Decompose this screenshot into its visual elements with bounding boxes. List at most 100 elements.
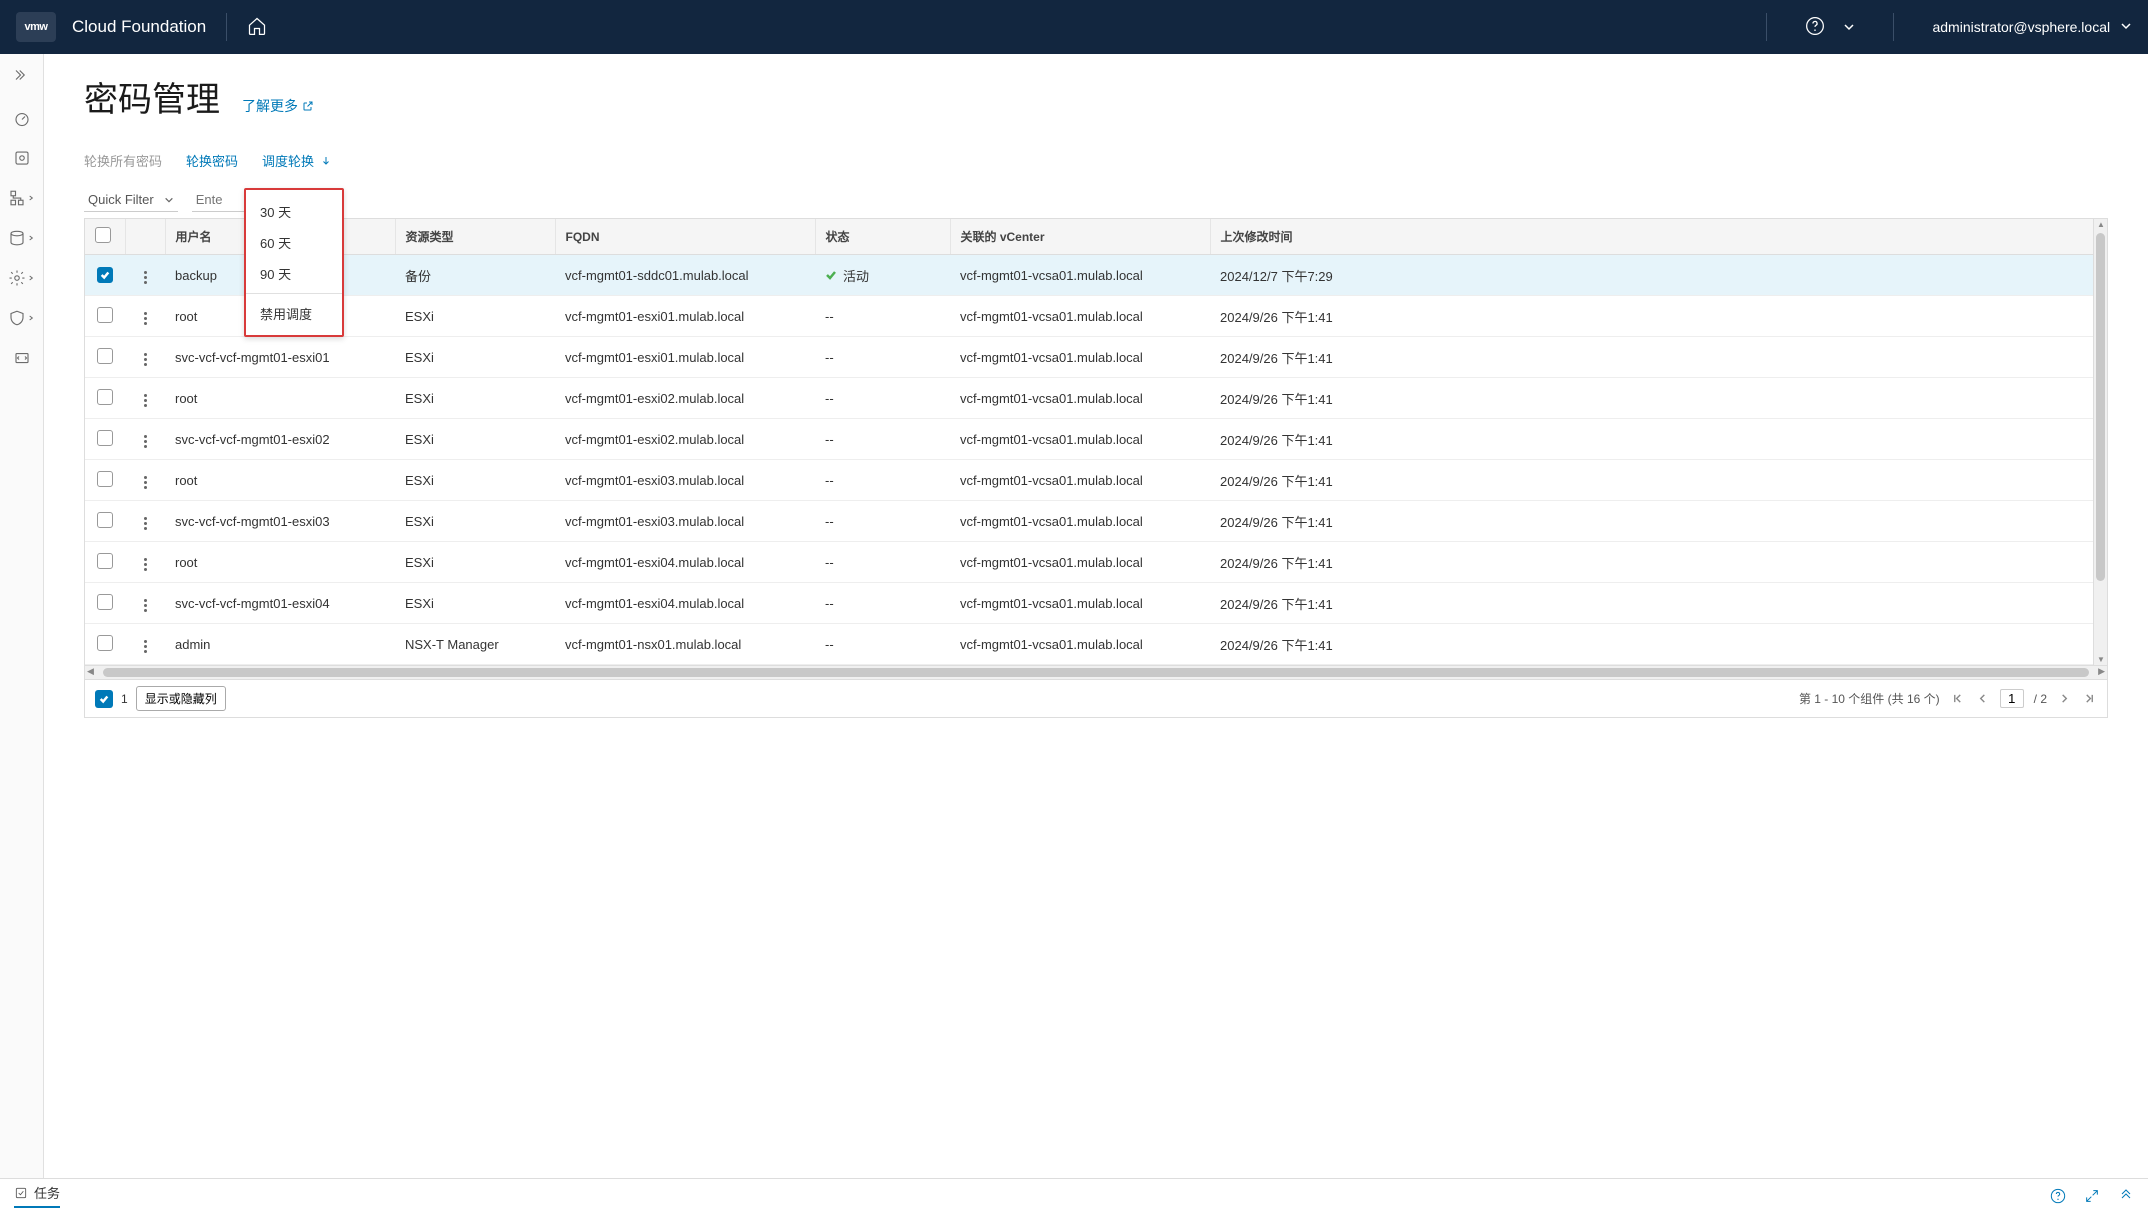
cell-modified: 2024/9/26 下午1:41	[1210, 460, 2107, 501]
cell-status: --	[815, 337, 950, 378]
main-content: 密码管理 了解更多 轮换所有密码 轮换密码 调度轮换 Quick Filter	[44, 54, 2148, 1178]
row-checkbox[interactable]	[97, 635, 113, 651]
cell-modified: 2024/9/26 下午1:41	[1210, 542, 2107, 583]
row-checkbox[interactable]	[97, 594, 113, 610]
row-actions-icon[interactable]	[140, 390, 151, 411]
external-link-icon	[302, 100, 314, 112]
table-row[interactable]: adminNSX-T Managervcf-mgmt01-nsx01.mulab…	[85, 624, 2107, 665]
learn-more-link[interactable]: 了解更多	[242, 96, 314, 116]
cell-vcenter: vcf-mgmt01-vcsa01.mulab.local	[950, 296, 1210, 337]
help-icon[interactable]	[1805, 16, 1825, 39]
tasks-tab[interactable]: 任务	[14, 1183, 60, 1208]
column-toggle-button[interactable]: 显示或隐藏列	[136, 686, 226, 711]
col-vcenter[interactable]: 关联的 vCenter	[950, 219, 1210, 255]
cell-fqdn: vcf-mgmt01-esxi01.mulab.local	[555, 296, 815, 337]
row-actions-icon[interactable]	[140, 431, 151, 452]
cell-modified: 2024/9/26 下午1:41	[1210, 419, 2107, 460]
col-status[interactable]: 状态	[815, 219, 950, 255]
cell-fqdn: vcf-mgmt01-esxi01.mulab.local	[555, 337, 815, 378]
sidebar-item-storage[interactable]	[8, 229, 35, 247]
cell-status: --	[815, 460, 950, 501]
table-row[interactable]: rootESXivcf-mgmt01-esxi03.mulab.local--v…	[85, 460, 2107, 501]
cell-status: --	[815, 501, 950, 542]
quick-filter-dropdown[interactable]: Quick Filter	[84, 188, 178, 212]
horizontal-scrollbar[interactable]	[85, 665, 2107, 679]
cell-modified: 2024/9/26 下午1:41	[1210, 583, 2107, 624]
cell-status: --	[815, 378, 950, 419]
cell-user: admin	[165, 624, 395, 665]
user-menu[interactable]: administrator@vsphere.local	[1932, 19, 2132, 35]
topbar: vmw Cloud Foundation administrator@vsphe…	[0, 0, 2148, 54]
table-row[interactable]: backup备份vcf-mgmt01-sddc01.mulab.local活动v…	[85, 255, 2107, 296]
sidebar-item-inventory[interactable]	[13, 149, 31, 167]
row-checkbox[interactable]	[97, 389, 113, 405]
schedule-label: 调度轮换	[262, 151, 314, 170]
table-row[interactable]: svc-vcf-vcf-mgmt01-esxi03ESXivcf-mgmt01-…	[85, 501, 2107, 542]
row-actions-icon[interactable]	[140, 349, 151, 370]
cell-user: svc-vcf-vcf-mgmt01-esxi02	[165, 419, 395, 460]
sidebar-item-tools[interactable]	[13, 349, 31, 367]
row-checkbox[interactable]	[97, 471, 113, 487]
help-dropdown-icon[interactable]	[1843, 21, 1855, 33]
table-row[interactable]: svc-vcf-vcf-mgmt01-esxi02ESXivcf-mgmt01-…	[85, 419, 2107, 460]
table-row[interactable]: rootESXivcf-mgmt01-esxi02.mulab.local--v…	[85, 378, 2107, 419]
cell-vcenter: vcf-mgmt01-vcsa01.mulab.local	[950, 624, 1210, 665]
cell-vcenter: vcf-mgmt01-vcsa01.mulab.local	[950, 501, 1210, 542]
sidebar-item-hosts[interactable]	[8, 189, 35, 207]
selection-indicator[interactable]	[95, 690, 113, 708]
home-icon[interactable]	[247, 16, 267, 39]
dropdown-separator	[246, 293, 342, 294]
cell-restype: 备份	[395, 255, 555, 296]
next-page-button[interactable]	[2057, 691, 2072, 706]
row-checkbox[interactable]	[97, 267, 113, 283]
table-row[interactable]: svc-vcf-vcf-mgmt01-esxi01ESXivcf-mgmt01-…	[85, 337, 2107, 378]
sidebar-item-security[interactable]	[8, 309, 35, 327]
help-footer-icon[interactable]	[2050, 1188, 2066, 1204]
row-actions-icon[interactable]	[140, 513, 151, 534]
cell-user: svc-vcf-vcf-mgmt01-esxi01	[165, 337, 395, 378]
dropdown-disable[interactable]: 禁用调度	[246, 298, 342, 329]
cell-status: --	[815, 583, 950, 624]
last-page-button[interactable]	[2082, 691, 2097, 706]
cell-user: root	[165, 378, 395, 419]
row-checkbox[interactable]	[97, 430, 113, 446]
dropdown-30d[interactable]: 30 天	[246, 196, 342, 227]
vertical-scrollbar[interactable]	[2093, 219, 2107, 665]
select-all-checkbox[interactable]	[95, 227, 111, 243]
table-row[interactable]: rootESXivcf-mgmt01-esxi01.mulab.local--v…	[85, 296, 2107, 337]
prev-page-button[interactable]	[1975, 691, 1990, 706]
row-actions-icon[interactable]	[140, 595, 151, 616]
collapse-up-icon[interactable]	[2118, 1188, 2134, 1204]
dropdown-60d[interactable]: 60 天	[246, 227, 342, 258]
cell-restype: ESXi	[395, 419, 555, 460]
expand-icon[interactable]	[2084, 1188, 2100, 1204]
row-checkbox[interactable]	[97, 512, 113, 528]
sidebar-expand-icon[interactable]	[13, 66, 31, 87]
cell-vcenter: vcf-mgmt01-vcsa01.mulab.local	[950, 337, 1210, 378]
row-checkbox[interactable]	[97, 307, 113, 323]
col-fqdn[interactable]: FQDN	[555, 219, 815, 255]
schedule-button[interactable]: 调度轮换	[262, 151, 332, 170]
page-input[interactable]	[2000, 689, 2024, 708]
user-label: administrator@vsphere.local	[1932, 19, 2110, 35]
row-actions-icon[interactable]	[140, 554, 151, 575]
table-row[interactable]: svc-vcf-vcf-mgmt01-esxi04ESXivcf-mgmt01-…	[85, 583, 2107, 624]
col-modified[interactable]: 上次修改时间	[1210, 219, 2107, 255]
table-row[interactable]: rootESXivcf-mgmt01-esxi04.mulab.local--v…	[85, 542, 2107, 583]
sidebar-item-settings[interactable]	[8, 269, 35, 287]
rotate-button[interactable]: 轮换密码	[186, 151, 238, 170]
row-actions-icon[interactable]	[140, 636, 151, 657]
first-page-button[interactable]	[1950, 691, 1965, 706]
row-checkbox[interactable]	[97, 553, 113, 569]
row-actions-icon[interactable]	[140, 267, 151, 288]
cell-vcenter: vcf-mgmt01-vcsa01.mulab.local	[950, 255, 1210, 296]
row-actions-icon[interactable]	[140, 308, 151, 329]
dropdown-90d[interactable]: 90 天	[246, 258, 342, 289]
cell-modified: 2024/9/26 下午1:41	[1210, 337, 2107, 378]
cell-fqdn: vcf-mgmt01-esxi04.mulab.local	[555, 542, 815, 583]
sidebar-item-dashboard[interactable]	[13, 109, 31, 127]
cell-modified: 2024/9/26 下午1:41	[1210, 624, 2107, 665]
col-restype[interactable]: 资源类型	[395, 219, 555, 255]
row-checkbox[interactable]	[97, 348, 113, 364]
row-actions-icon[interactable]	[140, 472, 151, 493]
